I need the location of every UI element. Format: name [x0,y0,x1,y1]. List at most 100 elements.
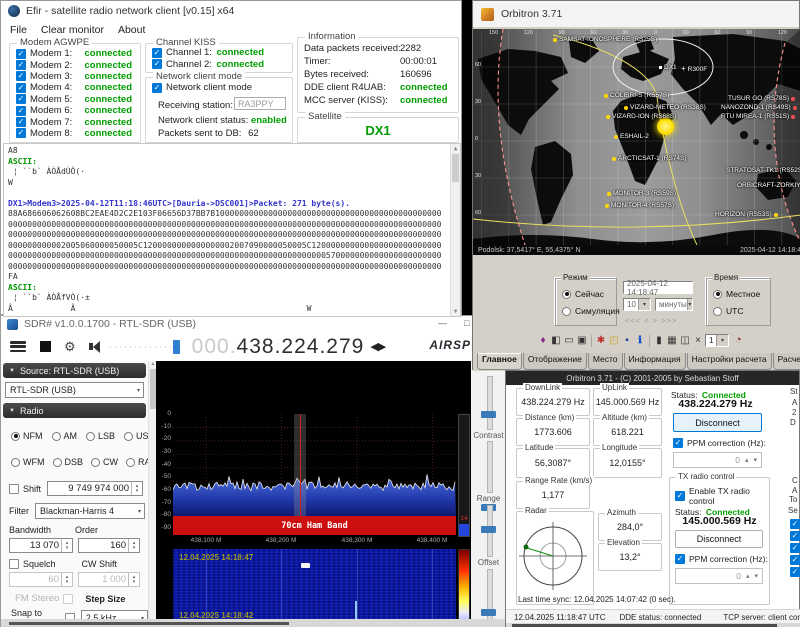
satellite-checkbox[interactable] [790,519,800,529]
source-panel-header[interactable]: ▼ Source: RTL-SDR (USB) [3,363,146,378]
save-icon[interactable]: ▪ [621,334,633,348]
bandwidth-field[interactable]: 13 070 ▴▾ [9,538,73,553]
spinner-down-icon[interactable]: ▾ [754,572,758,580]
minimize-icon[interactable]: ▭ [563,334,575,348]
tx-disconnect-button[interactable]: Disconnect [675,530,763,548]
waterfall[interactable]: 12.04.2025 14:18:47 12.04.2025 14:18:42 [173,549,456,627]
chevron-down-icon[interactable]: ▾ [687,299,692,310]
menu-file[interactable]: File [10,24,27,36]
menu-icon[interactable] [10,341,26,352]
zoom-slider-handle[interactable] [481,411,496,418]
orbitron-tab[interactable]: Отображение [523,353,587,370]
volume-slider-handle[interactable] [173,340,180,354]
source-combo[interactable]: RTL-SDR (USB) ▾ [5,382,144,398]
receiving-station-input[interactable]: RA3PPY [234,97,286,110]
spinner-icon[interactable]: ▴▾ [128,539,139,552]
spinner-icon[interactable]: ▴▾ [131,482,142,495]
horizontal-scrollbar[interactable] [9,622,289,625]
channel-checkbox[interactable] [152,59,162,69]
tle-update-icon[interactable]: ▮ [653,334,665,348]
setup-icon[interactable]: ✱ [595,334,607,348]
close-icon[interactable]: × [692,334,704,348]
modem-checkbox[interactable] [16,71,26,81]
monitor-scrollbar[interactable]: ▲ ▼ [450,144,460,316]
tx-enable-checkbox[interactable] [675,491,685,501]
order-field[interactable]: 160 ▴▾ [78,538,140,553]
mode-now-radio[interactable] [562,290,571,299]
scroll-up-icon[interactable]: ▲ [451,144,460,153]
spectrum-plot[interactable]: 70cm Ham Band [173,414,456,535]
rx-ppm-checkbox[interactable] [673,438,683,448]
chevron-down-icon[interactable]: ▾ [716,335,728,346]
time-utc-radio[interactable] [713,307,722,316]
shift-checkbox[interactable] [9,484,19,494]
mode-radio[interactable]: LSB [86,431,115,441]
split-view-icon[interactable]: ◫ [679,334,691,348]
squelch-checkbox[interactable] [9,559,19,569]
packet-monitor[interactable]: ▲ ▼ A8 ASCII: ¦ ``b` ÀÒÅdÙÔ(· W DX1>Mode… [3,143,461,317]
spinner-up-icon[interactable]: ▴ [745,456,749,464]
frequency-display[interactable]: 000.438.224.279 ◀▶ [192,335,386,359]
info-icon[interactable]: ℹ [634,334,646,348]
orbitron-tab[interactable]: Главное [477,353,522,370]
satellite-checkbox[interactable] [790,555,800,565]
mode-radio[interactable]: CW [91,457,118,467]
sdr-titlebar[interactable]: SDR# v1.0.0.1700 - RTL-SDR (USB) — □ [1,316,504,332]
scrollbar-thumb[interactable] [452,154,459,182]
mode-sim-radio[interactable] [562,307,571,316]
datetime-field[interactable]: 2025-04-12 14:18:47 [623,281,693,294]
frequency-step-arrows[interactable]: ◀▶ [370,340,385,353]
toolbar-separator[interactable] [647,334,652,348]
screenshot-icon[interactable]: ◧ [550,334,562,348]
world-map[interactable]: 1501209060300306090120 60 30 0 30 60 SAM… [473,29,800,245]
frequency-value[interactable]: 438.224.279 [237,335,365,359]
volume-icon[interactable] [89,341,100,353]
mode-radio[interactable]: DSB [53,457,84,467]
spinner-down-icon[interactable]: ▾ [753,456,757,464]
modem-checkbox[interactable] [16,94,26,104]
time-nav-arrows[interactable]: <<< < > >>> [625,316,677,325]
tx-ppm-checkbox[interactable] [675,554,685,564]
rx-disconnect-button[interactable]: Disconnect [673,413,762,432]
menu-about[interactable]: About [118,24,145,36]
volume-slider[interactable] [110,342,180,352]
zoom-slider[interactable] [487,376,493,430]
spinner-icon[interactable]: ▴▾ [61,539,72,552]
menu-clear-monitor[interactable]: Clear monitor [41,24,104,36]
radio-panel-header[interactable]: ▼ Radio [3,403,146,418]
network-mode-checkbox[interactable] [152,83,162,93]
modem-checkbox[interactable] [16,106,26,116]
clock-icon[interactable]: ◔ [735,334,742,346]
orbitron-tab[interactable]: Настройки расчета [687,353,772,370]
channel-checkbox[interactable] [152,48,162,58]
toolbar-separator[interactable] [589,334,594,348]
shift-field[interactable]: 9 749 974 000 ▴▾ [47,481,143,496]
calc-icon[interactable]: ▦ [666,334,678,348]
screen-select-combo[interactable]: 1 ▾ [705,334,729,347]
minimize-button[interactable]: — [438,318,447,328]
mode-radio[interactable]: WFM [11,457,45,467]
mode-radio[interactable]: NFM [11,431,43,441]
satellite-checkbox[interactable] [790,531,800,541]
contrast-slider[interactable] [487,441,493,493]
satellite-checkbox[interactable] [790,567,800,577]
modem-checkbox[interactable] [16,60,26,70]
stop-icon[interactable] [40,341,51,352]
tx-ppm-field[interactable]: 0 ▴ ▾ [675,568,763,584]
offset-slider-handle[interactable] [481,609,496,616]
orbitron-tab[interactable]: Информация [624,353,686,370]
fullscreen-icon[interactable]: ▣ [576,334,588,348]
rx-ppm-field[interactable]: 0 ▴ ▾ [673,452,762,468]
filter-combo[interactable]: Blackman-Harris 4 ▾ [35,503,145,519]
orbitron-tab[interactable]: Место [588,353,623,370]
orbitron-tab[interactable]: Расчет [773,353,800,370]
modem-checkbox[interactable] [16,49,26,59]
step-unit-combo[interactable]: минуты ▾ [655,298,693,311]
maximize-button[interactable]: □ [464,318,469,328]
orbitron-titlebar[interactable]: Orbitron 3.71 [473,1,799,27]
open-tle-icon[interactable]: ◰ [608,334,620,348]
exit-icon[interactable]: ♦ [537,334,549,348]
spinner-up-icon[interactable]: ▴ [746,572,750,580]
efir-titlebar[interactable]: Efir - satellite radio network client [v… [1,1,461,21]
chevron-down-icon[interactable]: ▾ [638,299,650,310]
